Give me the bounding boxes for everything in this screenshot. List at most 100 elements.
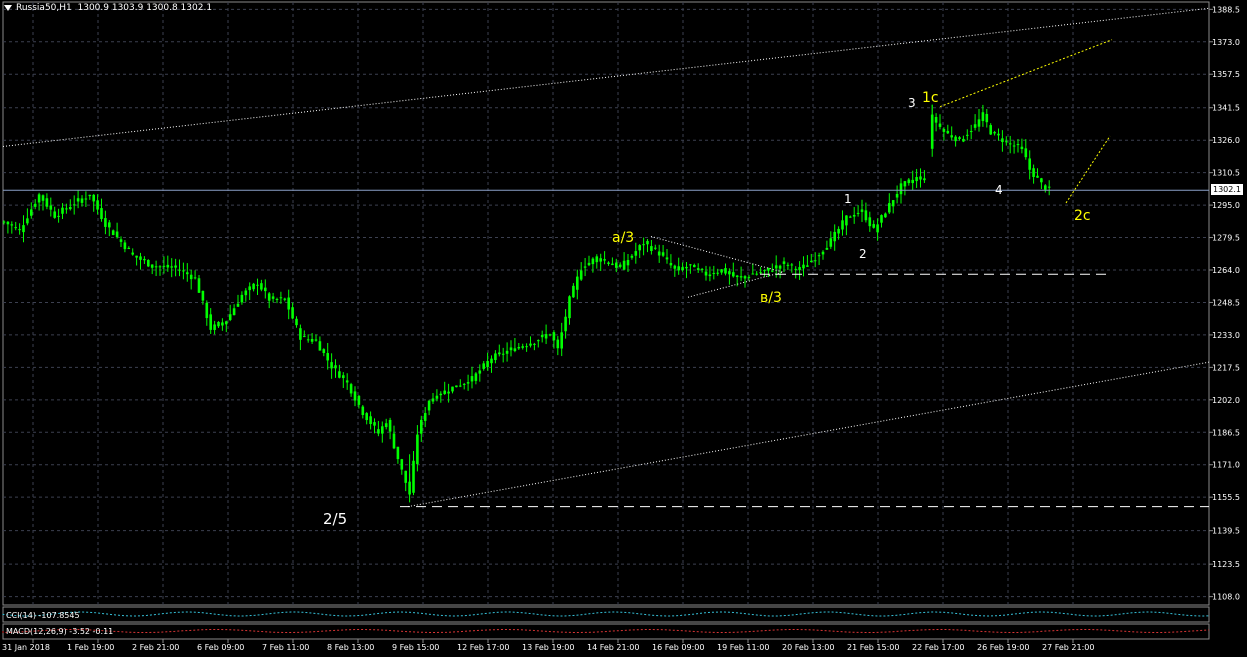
candle-body — [884, 213, 887, 218]
price-label: 1202.0 — [1212, 396, 1240, 405]
candle-body — [470, 376, 474, 382]
candle-body — [868, 217, 872, 227]
candle-body — [326, 353, 329, 361]
candle-body — [221, 322, 224, 326]
candle-body — [537, 340, 540, 342]
candle-body — [1012, 145, 1016, 147]
candle-body — [958, 137, 961, 139]
candle-body — [65, 208, 68, 210]
candle-body — [665, 257, 669, 260]
main-pane-frame — [2, 1, 1210, 606]
candle-body — [451, 386, 454, 392]
candle-body — [747, 276, 751, 278]
candle-body — [618, 264, 622, 267]
candle-body — [880, 215, 883, 223]
price-label: 1217.5 — [1212, 363, 1240, 372]
time-label: 22 Feb 17:00 — [912, 643, 964, 652]
wave-label-a3: a/3 — [612, 230, 634, 246]
price-label: 1357.5 — [1212, 70, 1240, 79]
cci-pane — [2, 606, 1210, 623]
candle-body — [860, 209, 864, 212]
candle-body — [923, 178, 926, 181]
candle-body — [295, 318, 298, 326]
candle-body — [139, 256, 142, 260]
candle-body — [969, 131, 973, 133]
candle-body — [689, 264, 692, 266]
candle-body — [907, 179, 911, 184]
candle-body — [186, 272, 189, 275]
ohlc-values: 1300.9 1303.9 1300.8 1302.1 — [77, 3, 213, 13]
candle-body — [599, 258, 602, 262]
candle-body — [310, 339, 314, 342]
candle-body — [115, 231, 119, 238]
candle-body — [478, 370, 482, 374]
candle-body — [135, 255, 138, 258]
candle-body — [189, 274, 193, 280]
candle-body — [942, 128, 946, 132]
candle-body — [634, 251, 638, 256]
candle-body — [10, 224, 14, 226]
candle-body — [49, 205, 53, 210]
candle-body — [416, 434, 419, 465]
candle-body — [548, 334, 552, 336]
candle-body — [810, 260, 813, 262]
wave-label-2c: 2c — [1074, 208, 1091, 224]
candle-body — [603, 259, 606, 261]
candle-body — [1047, 186, 1051, 188]
candle-body — [240, 294, 244, 303]
price-label: 1108.0 — [1212, 593, 1240, 602]
candle-body — [938, 123, 942, 127]
time-label: 9 Feb 15:00 — [392, 643, 439, 652]
candle-body — [989, 125, 992, 135]
current-price-tag: 1302.1 — [1211, 184, 1243, 195]
candle-body — [72, 204, 76, 206]
candle-body — [291, 307, 294, 319]
candle-body — [1008, 143, 1012, 145]
candle-body — [466, 382, 470, 384]
candle-body — [962, 138, 965, 142]
candle-body — [751, 273, 755, 275]
candle-body — [482, 363, 485, 369]
price-label: 1310.5 — [1212, 169, 1240, 178]
candle-body — [696, 268, 700, 270]
lower-channel-line — [407, 361, 1210, 508]
candle-body — [205, 302, 209, 319]
candle-body — [685, 266, 688, 269]
candle-body — [997, 133, 1000, 136]
candle-body — [201, 290, 205, 301]
time-label: 13 Feb 19:00 — [522, 643, 574, 652]
candle-body — [829, 238, 833, 247]
candle-body — [427, 400, 431, 411]
candle-body — [361, 406, 365, 416]
time-label: 21 Feb 15:00 — [847, 643, 899, 652]
candle-body — [178, 269, 181, 271]
time-label: 1 Feb 19:00 — [67, 643, 114, 652]
candle-body — [37, 194, 41, 203]
candle-body — [498, 352, 501, 355]
candle-body — [435, 395, 439, 399]
candle-body — [716, 272, 719, 274]
candle-body — [891, 200, 895, 207]
candle-body — [704, 271, 708, 276]
candle-body — [1032, 168, 1035, 178]
candle-body — [856, 212, 860, 214]
candle-body — [790, 264, 794, 266]
candle-body — [954, 136, 957, 142]
candle-body — [392, 433, 396, 449]
candle-body — [353, 391, 357, 401]
candle-body — [1005, 141, 1008, 143]
time-label: 26 Feb 19:00 — [977, 643, 1029, 652]
price-label: 1373.0 — [1212, 38, 1240, 47]
candle-body — [595, 256, 599, 263]
candle-body — [447, 391, 450, 394]
macd-label: MACD(12,26,9) -3.52 -0.11 — [6, 627, 114, 636]
candle-body — [673, 265, 677, 269]
candle-body — [798, 267, 801, 271]
candle-body — [271, 296, 275, 299]
candle-body — [104, 218, 107, 227]
candle-body — [474, 373, 478, 381]
candle-body — [248, 286, 251, 291]
candle-body — [966, 134, 969, 136]
candle-body — [264, 287, 267, 292]
candle-body — [1028, 158, 1031, 170]
